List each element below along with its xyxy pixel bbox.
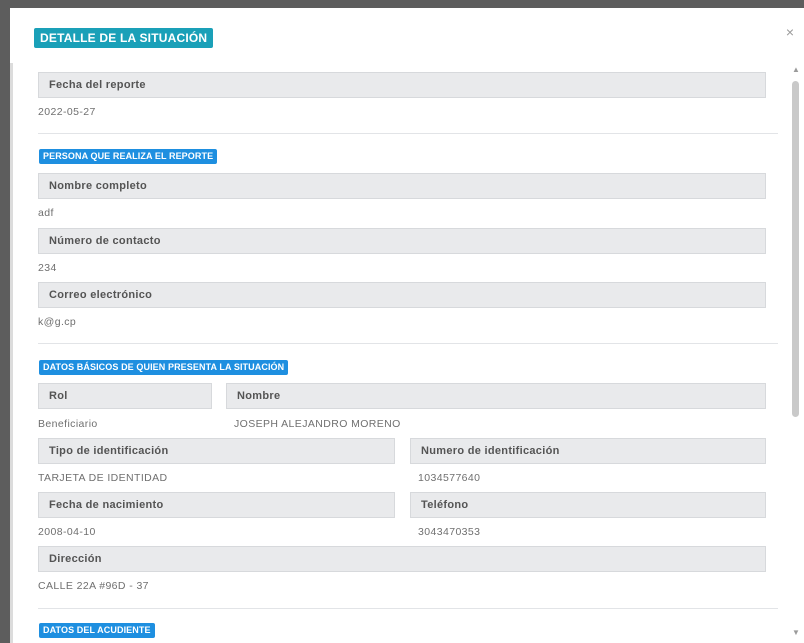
scroll-thumb[interactable]: [792, 81, 799, 417]
subject-phone-label: Teléfono: [410, 492, 766, 518]
subject-birth-label: Fecha de nacimiento: [38, 492, 395, 518]
reporter-phone-label: Número de contacto: [38, 228, 766, 254]
modal-header: DETALLE DE LA SITUACIÓN ×: [10, 8, 804, 63]
subject-id-number-value: 1034577640: [418, 472, 481, 484]
subject-role-value: Beneficiario: [38, 418, 98, 430]
guardian-section-title: DATOS DEL ACUDIENTE: [39, 623, 155, 638]
subject-name-value: JOSEPH ALEJANDRO MORENO: [234, 418, 401, 430]
divider: [38, 343, 778, 344]
scroll-down-icon[interactable]: ▼: [790, 628, 802, 638]
modal-body[interactable]: Fecha del reporte 2022-05-27 PERSONA QUE…: [10, 63, 791, 643]
reporter-name-label: Nombre completo: [38, 173, 766, 199]
subject-role-label: Rol: [38, 383, 212, 409]
situation-detail-modal: DETALLE DE LA SITUACIÓN × Fecha del repo…: [10, 8, 804, 643]
subject-name-label: Nombre: [226, 383, 766, 409]
reporter-email-label: Correo electrónico: [38, 282, 766, 308]
report-date-value: 2022-05-27: [38, 106, 96, 118]
vertical-scrollbar[interactable]: ▲ ▼: [790, 63, 802, 643]
subject-id-number-label: Numero de identificación: [410, 438, 766, 464]
subject-address-label: Dirección: [38, 546, 766, 572]
subject-id-type-label: Tipo de identificación: [38, 438, 395, 464]
subject-birth-value: 2008-04-10: [38, 526, 96, 538]
modal-title: DETALLE DE LA SITUACIÓN: [34, 28, 214, 48]
reporter-phone-value: 234: [38, 262, 57, 274]
subject-id-type-value: TARJETA DE IDENTIDAD: [38, 472, 168, 484]
divider: [38, 133, 778, 134]
subject-phone-value: 3043470353: [418, 526, 481, 538]
reporter-section-title: PERSONA QUE REALIZA EL REPORTE: [39, 149, 218, 164]
reporter-name-value: adf: [38, 207, 54, 219]
close-icon[interactable]: ×: [782, 24, 798, 40]
scroll-up-icon[interactable]: ▲: [790, 65, 802, 75]
reporter-email-value: k@g.cp: [38, 316, 77, 328]
subject-address-value: CALLE 22A #96D - 37: [38, 580, 149, 592]
subject-section-title: DATOS BÁSICOS DE QUIEN PRESENTA LA SITUA…: [39, 360, 289, 375]
report-date-label: Fecha del reporte: [38, 72, 766, 98]
divider: [38, 608, 778, 609]
